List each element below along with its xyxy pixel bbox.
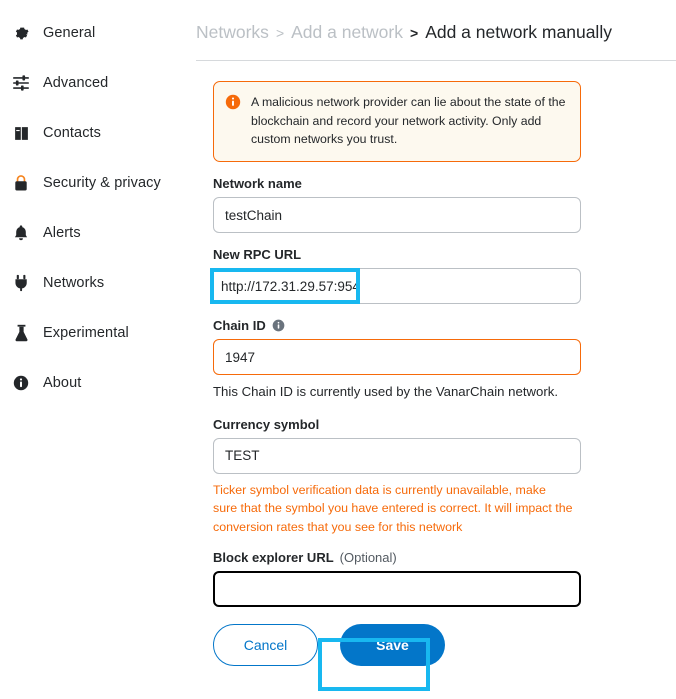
lock-icon — [8, 174, 34, 192]
block-explorer-optional-tag: (Optional) — [339, 550, 397, 566]
sidebar-item-security[interactable]: Security & privacy — [0, 158, 180, 208]
chain-id-field: Chain ID 1947 This Chain ID is currently… — [213, 318, 581, 402]
currency-symbol-input[interactable]: TEST — [213, 437, 581, 474]
sidebar-item-about[interactable]: About — [0, 358, 180, 408]
sidebar-item-label: General — [43, 25, 96, 41]
breadcrumb-add-a-network[interactable]: Add a network — [291, 22, 403, 43]
rpc-url-input[interactable] — [213, 268, 581, 305]
network-name-label: Network name — [213, 176, 302, 192]
block-explorer-input[interactable] — [213, 571, 581, 608]
form-actions: Cancel Save — [213, 624, 582, 667]
rpc-url-label: New RPC URL — [213, 247, 302, 263]
sidebar-item-experimental[interactable]: Experimental — [0, 308, 180, 358]
block-explorer-label-text: Block explorer URL — [213, 550, 334, 566]
currency-symbol-warning: Ticker symbol verification data is curre… — [213, 482, 573, 534]
page-title: Add a network manually — [425, 22, 612, 42]
sidebar-item-alerts[interactable]: Alerts — [0, 208, 180, 258]
plug-icon — [8, 274, 34, 292]
flask-icon — [8, 324, 34, 342]
chain-id-label: Chain ID — [213, 318, 581, 333]
gear-icon — [8, 25, 34, 42]
block-explorer-label: Block explorer URL (Optional) — [213, 550, 581, 565]
info-icon[interactable] — [272, 319, 285, 332]
settings-sidebar: General Advanced Contacts Security & pri… — [0, 0, 180, 699]
save-button[interactable]: Save — [340, 624, 445, 667]
chain-id-help-text: This Chain ID is currently used by the V… — [213, 384, 558, 400]
network-name-value: testChain — [225, 207, 283, 223]
currency-symbol-label: Currency symbol — [213, 416, 320, 432]
banner-text: A malicious network provider can lie abo… — [251, 95, 566, 147]
sidebar-item-general[interactable]: General — [0, 8, 180, 58]
rpc-url-field: New RPC URL — [213, 247, 581, 305]
bell-icon — [8, 224, 34, 242]
malicious-network-warning-banner: A malicious network provider can lie abo… — [213, 81, 581, 163]
settings-content: Networks > Add a network > Add a network… — [180, 0, 676, 699]
network-name-field: Network name testChain — [213, 176, 581, 234]
sidebar-item-networks[interactable]: Networks — [0, 258, 180, 308]
chain-id-label-text: Chain ID — [213, 318, 266, 334]
network-name-input[interactable]: testChain — [213, 197, 581, 234]
sidebar-item-label: Experimental — [43, 325, 129, 341]
settings-page: General Advanced Contacts Security & pri… — [0, 0, 676, 699]
sidebar-item-label: Networks — [43, 275, 105, 291]
book-icon — [8, 125, 34, 142]
cancel-button[interactable]: Cancel — [213, 624, 318, 667]
info-icon — [225, 94, 241, 110]
breadcrumb-separator: > — [410, 25, 419, 41]
breadcrumb-separator: > — [275, 25, 285, 41]
sidebar-item-label: About — [43, 375, 82, 391]
sliders-icon — [8, 75, 34, 91]
sidebar-item-label: Security & privacy — [43, 175, 161, 191]
breadcrumb-networks[interactable]: Networks — [196, 22, 269, 43]
chain-id-input[interactable]: 1947 — [213, 339, 581, 376]
add-network-form: A malicious network provider can lie abo… — [188, 61, 582, 667]
breadcrumb: Networks > Add a network > Add a network… — [188, 0, 676, 43]
sidebar-item-label: Alerts — [43, 225, 81, 241]
chain-id-value: 1947 — [225, 349, 256, 365]
block-explorer-field: Block explorer URL (Optional) — [213, 550, 581, 608]
sidebar-item-contacts[interactable]: Contacts — [0, 108, 180, 158]
currency-symbol-field: Currency symbol TEST Ticker symbol verif… — [213, 417, 581, 537]
info-icon — [8, 375, 34, 391]
sidebar-item-advanced[interactable]: Advanced — [0, 58, 180, 108]
sidebar-item-label: Advanced — [43, 75, 109, 91]
currency-symbol-value: TEST — [225, 448, 260, 464]
sidebar-item-label: Contacts — [43, 125, 102, 141]
